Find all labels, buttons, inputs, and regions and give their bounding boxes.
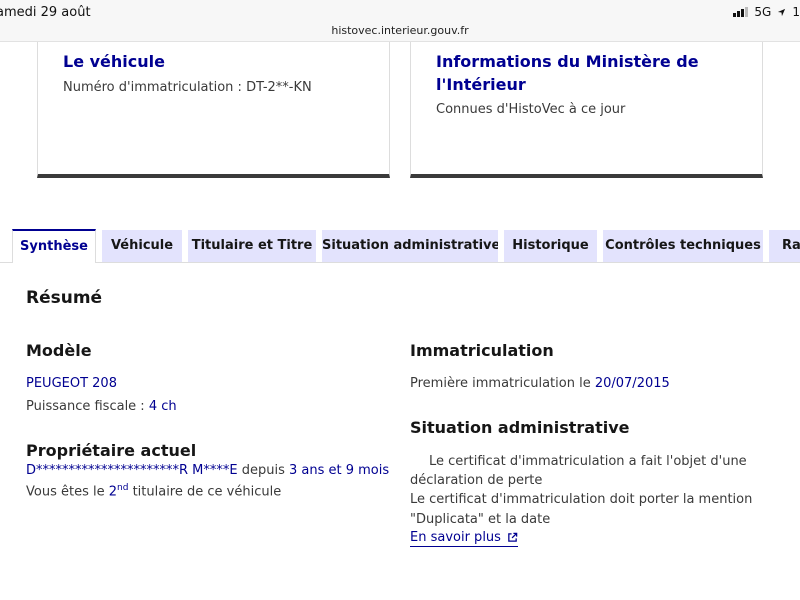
admin-line-4: "Duplicata" et la date	[410, 512, 551, 527]
tab-historique[interactable]: Historique	[504, 230, 597, 262]
model-heading: Modèle	[26, 341, 92, 360]
admin-heading: Situation administrative	[410, 418, 630, 437]
tab-synthese[interactable]: Synthèse	[12, 229, 96, 263]
admin-line-2: déclaration de perte	[410, 473, 543, 488]
battery-label: 1	[792, 5, 800, 19]
first-registration: Première immatriculation le 20/07/2015	[410, 376, 670, 391]
admin-line-3: Le certificat d'immatriculation doit por…	[410, 492, 753, 507]
tab-bar: Synthèse Véhicule Titulaire et Titre Sit…	[0, 229, 800, 263]
owner-name: D**********************R M****E	[26, 463, 238, 478]
first-registration-date: 20/07/2015	[594, 376, 670, 391]
ministry-card-subtitle: Connues d'HistoVec à ce jour	[436, 102, 626, 117]
admin-line-1: Le certificat d'immatriculation a fait l…	[429, 454, 747, 469]
owner-heading: Propriétaire actuel	[26, 441, 197, 460]
ministry-card: Informations du Ministère de l'Intérieur…	[410, 42, 763, 178]
learn-more-label: En savoir plus	[410, 530, 501, 545]
tab-titulaire-titre[interactable]: Titulaire et Titre	[188, 230, 316, 262]
tab-rapport[interactable]: Rap	[769, 230, 800, 262]
tab-situation-administrative[interactable]: Situation administrative	[322, 230, 498, 262]
tab-controles-techniques[interactable]: Contrôles techniques	[603, 230, 763, 262]
status-time: amedi 29 août	[0, 5, 91, 20]
owner-line: D**********************R M****E depuis 3…	[26, 463, 389, 478]
summary-title: Résumé	[26, 288, 103, 308]
ministry-card-title: Informations du Ministère de l'Intérieur	[436, 52, 699, 94]
signal-icon	[733, 7, 749, 17]
vehicle-card: Le véhicule Numéro d'immatriculation : D…	[37, 42, 390, 178]
owner-since-value: 3 ans et 9 mois	[289, 463, 390, 478]
owner-since-label: depuis	[237, 463, 289, 478]
address-bar-url[interactable]: histovec.interieur.gouv.fr	[0, 24, 800, 37]
network-label: 5G	[754, 5, 772, 19]
owner-rank: Vous êtes le 2nd titulaire de ce véhicul…	[26, 483, 281, 499]
owner-rank-suffix: titulaire de ce véhicule	[128, 484, 282, 500]
first-registration-label: Première immatriculation le	[410, 376, 595, 391]
plate-value: DT-2**-KN	[246, 80, 312, 95]
learn-more-link[interactable]: En savoir plus	[410, 530, 518, 547]
browser-status-bar: amedi 29 août histovec.interieur.gouv.fr…	[0, 0, 800, 42]
fiscal-power-label: Puissance fiscale :	[26, 399, 149, 414]
plate-number-text: Numéro d'immatriculation : DT-2**-KN	[63, 80, 312, 95]
owner-rank-sup: nd	[117, 483, 129, 493]
vehicle-card-title: Le véhicule	[63, 52, 165, 71]
external-link-icon	[508, 532, 518, 542]
location-arrow-icon	[778, 8, 786, 16]
owner-rank-prefix: Vous êtes le	[26, 484, 109, 500]
owner-rank-number: 2	[108, 484, 118, 500]
registration-heading: Immatriculation	[410, 341, 554, 360]
plate-label: Numéro d'immatriculation :	[63, 80, 247, 95]
fiscal-power: Puissance fiscale : 4 ch	[26, 399, 177, 414]
tab-vehicule[interactable]: Véhicule	[102, 230, 182, 262]
status-indicators: 5G 1	[733, 5, 800, 19]
fiscal-power-value: 4 ch	[148, 399, 177, 414]
model-name: PEUGEOT 208	[26, 376, 117, 391]
